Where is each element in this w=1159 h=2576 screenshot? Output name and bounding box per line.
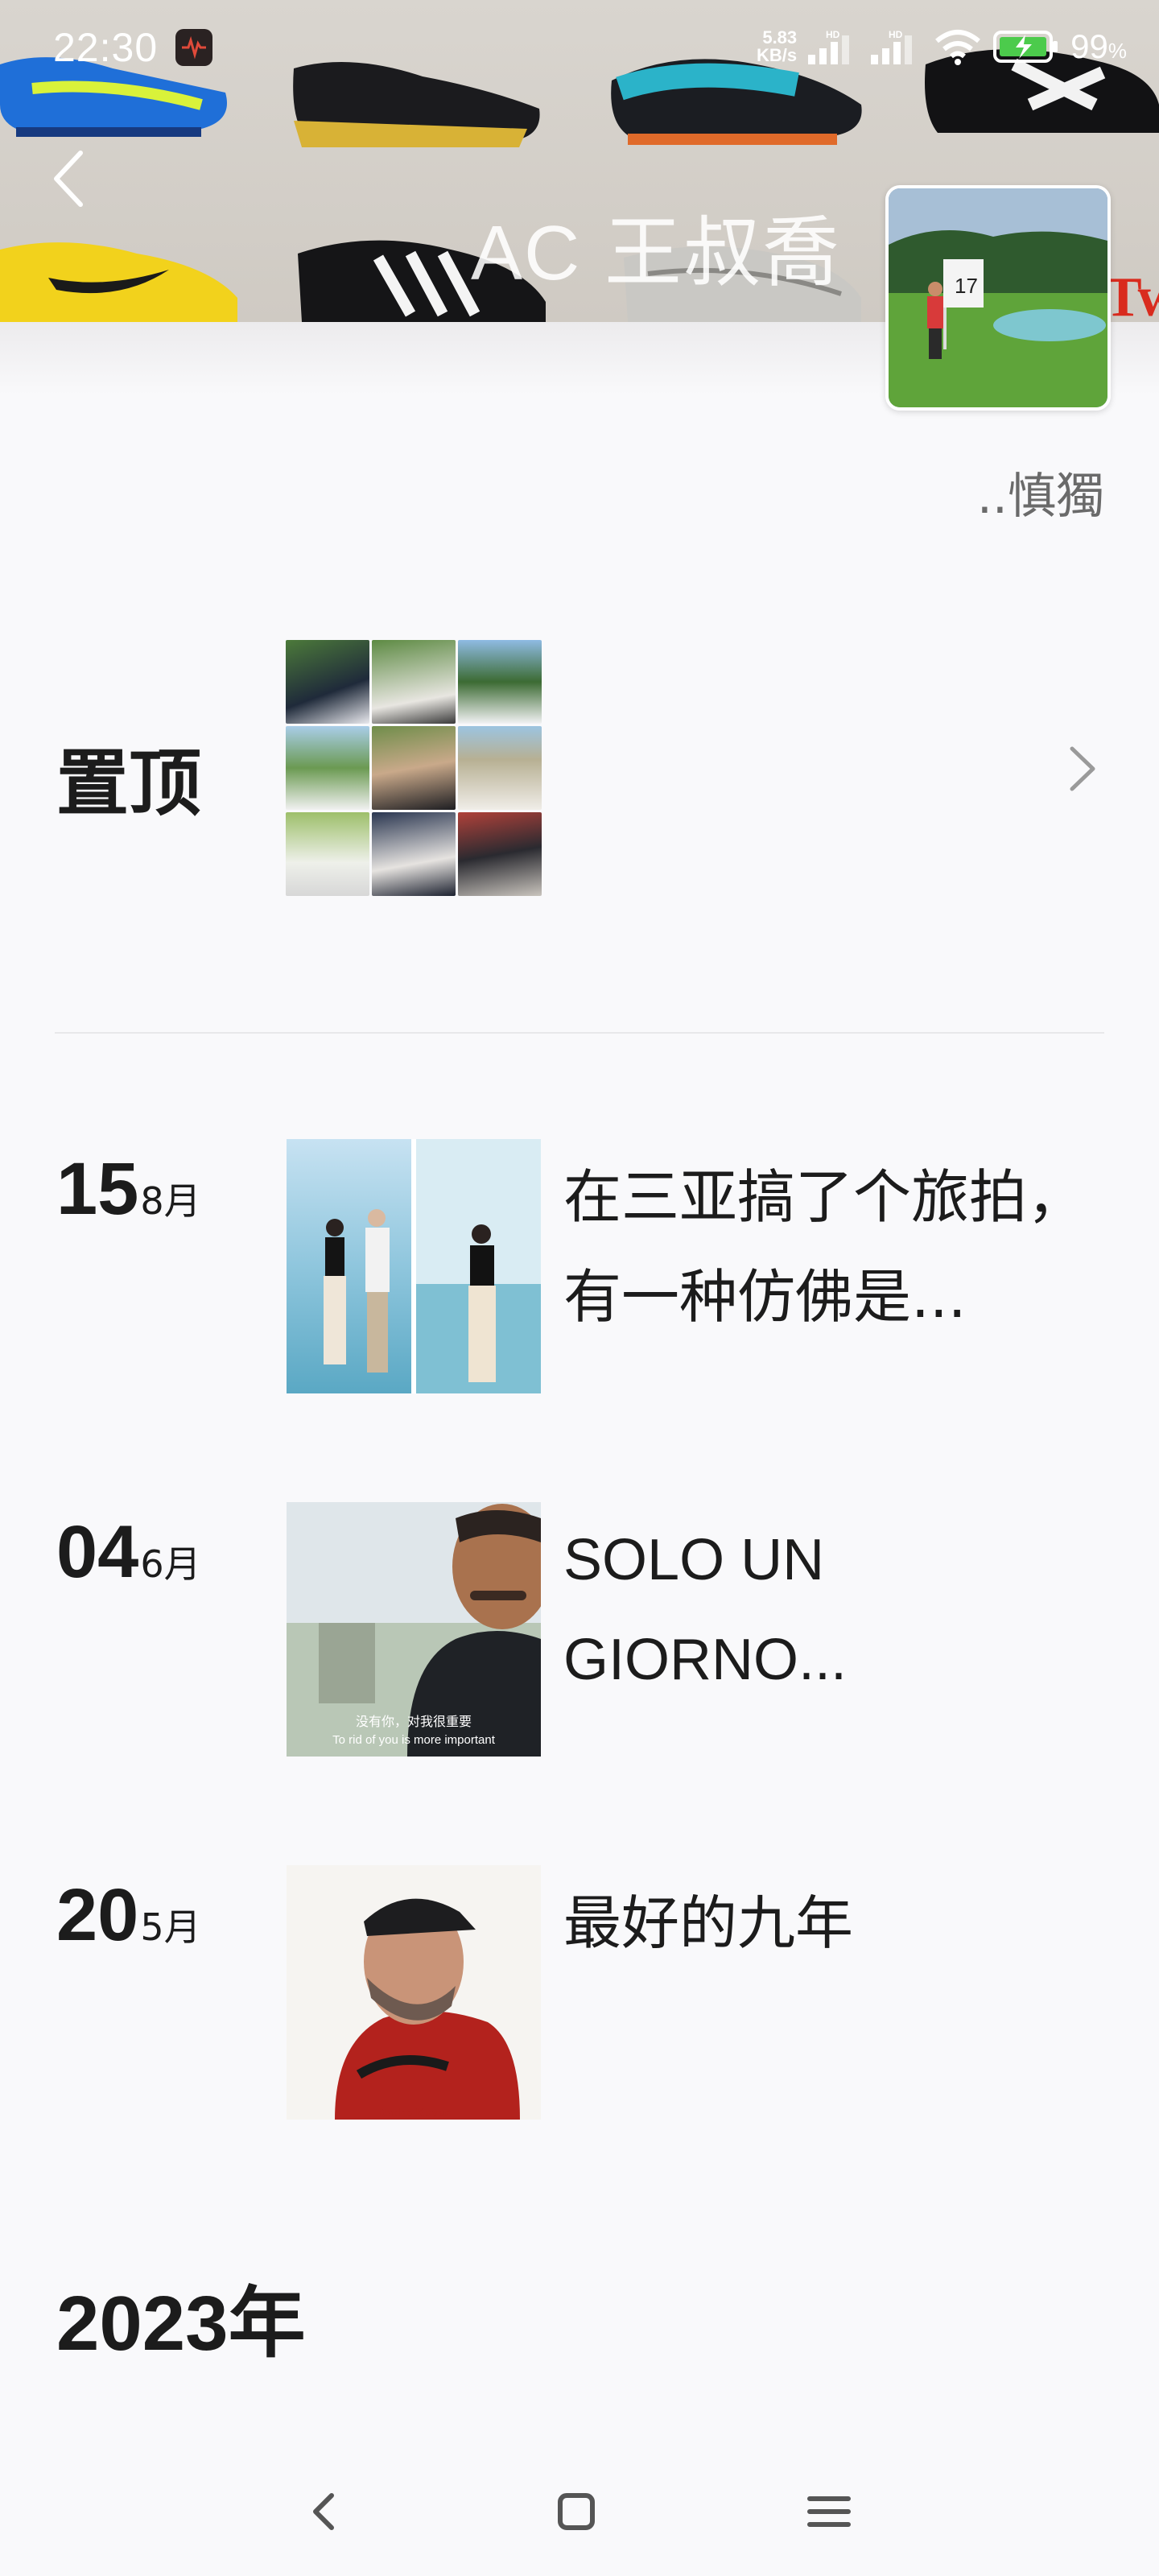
post-date: 158月: [56, 1147, 201, 1232]
post-caption: 最好的九年: [563, 1889, 854, 1957]
pinned-photo: [286, 726, 369, 810]
status-right-group: 5.83 KB/s HD HD 99%: [757, 23, 1127, 71]
post-caption: SOLO UN GIORNO...: [563, 1528, 848, 1692]
post-item[interactable]: 205月 Darko Kovac 最好的九年: [0, 1865, 1159, 2123]
post-thumbnail[interactable]: [287, 1139, 541, 1393]
post-month: 5月: [140, 1905, 201, 1949]
pinned-photo: [286, 812, 369, 896]
post-caption: 在三亚搞了个旅拍，有一种仿佛是...: [563, 1163, 1086, 1331]
post-item[interactable]: 158月 在三亚搞了个旅拍，有一种仿佛是...: [0, 1139, 1159, 1397]
cover-brand-text: Twe: [1104, 266, 1159, 322]
svg-text:17: 17: [955, 274, 978, 298]
year-header: 2023年: [56, 2281, 306, 2367]
pinned-album[interactable]: [286, 640, 542, 896]
post-thumbnail[interactable]: 没有你，对我很重要 To rid of you is more importan…: [287, 1502, 541, 1757]
system-nav-bar: [0, 2439, 1159, 2576]
pinned-label: 置顶: [56, 741, 201, 826]
profile-name: AC 王叔喬: [471, 210, 842, 296]
signal1-label: HD: [826, 29, 840, 40]
post-item[interactable]: 046月 没有你，对我很重要 To rid of you is more imp…: [0, 1502, 1159, 1760]
post-day: 15: [56, 1148, 139, 1230]
cover-shoe-yellow: [0, 242, 237, 322]
nav-home-icon[interactable]: [544, 2479, 608, 2544]
status-time: 22:30: [53, 25, 159, 70]
app-notification-icon: [175, 29, 212, 66]
back-arrow-icon[interactable]: [45, 147, 93, 211]
battery-icon: [993, 31, 1058, 63]
divider: [55, 1032, 1104, 1034]
post-month: 8月: [140, 1179, 201, 1223]
post-day: 20: [56, 1874, 139, 1956]
pinned-photo: [372, 726, 456, 810]
post-thumbnail[interactable]: Darko Kovac: [287, 1865, 541, 2120]
signal-icon: HD: [871, 29, 913, 64]
profile-signature: ..慎獨: [976, 469, 1104, 525]
pinned-photo: [458, 812, 542, 896]
status-bar: 22:30 5.83 KB/s HD HD 99%: [0, 0, 1159, 97]
profile-avatar[interactable]: 17: [885, 185, 1111, 411]
video-subtitle-en: To rid of you is more important: [332, 1733, 496, 1747]
signal-icon: HD: [808, 29, 850, 64]
pinned-photo: [458, 726, 542, 810]
signal2-label: HD: [889, 29, 903, 40]
pinned-photo: [372, 640, 456, 724]
chevron-right-icon[interactable]: [1064, 741, 1101, 797]
battery-percent: 99%: [1070, 27, 1127, 65]
post-date: 046月: [56, 1510, 201, 1595]
pinned-photo: [286, 640, 369, 724]
wifi-icon: [935, 30, 981, 65]
post-month: 6月: [140, 1542, 201, 1586]
post-day: 04: [56, 1511, 139, 1593]
video-subtitle-cn: 没有你，对我很重要: [356, 1714, 472, 1729]
post-date: 205月: [56, 1873, 201, 1958]
pinned-photo: [458, 640, 542, 724]
nav-back-icon[interactable]: [291, 2479, 356, 2544]
portrait-caption: Darko Kovac: [377, 2106, 450, 2120]
pinned-photo: [372, 812, 456, 896]
nav-recents-icon[interactable]: [797, 2479, 861, 2544]
net-speed: 5.83 KB/s: [757, 27, 798, 65]
